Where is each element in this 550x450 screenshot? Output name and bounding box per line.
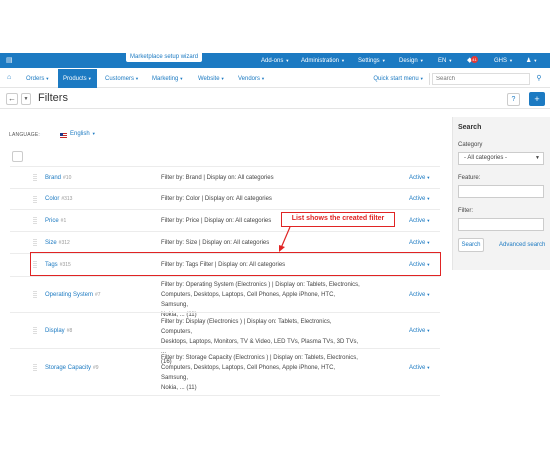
nav-marketing[interactable]: Marketing▼ [152,69,183,88]
filter-name-link[interactable]: Operating System #7 [45,292,101,298]
search-icon[interactable]: ⚲ [533,73,545,85]
page-title: Filters [38,92,68,104]
table-row: Brand #10 Filter by: Brand | Display on: … [10,166,440,188]
category-label: Category [458,142,483,148]
advanced-search-link[interactable]: Advanced search [499,242,545,248]
table-row: Operating System #7 Filter by: Operating … [10,276,440,318]
nav-products[interactable]: Products▼ [58,69,97,88]
status-dropdown[interactable]: Active▼ [409,196,430,202]
history-dropdown-button[interactable]: ▼ [21,93,31,105]
filter-label: Filter: [458,208,473,214]
filter-description: Filter by: Size | Display on: All catego… [161,240,270,246]
highlight-box [30,252,441,276]
status-dropdown[interactable]: Active▼ [409,292,430,298]
nav-website[interactable]: Website▼ [198,69,225,88]
filter-name-link[interactable]: Color #313 [45,196,72,202]
annotation-arrow [279,226,291,252]
category-select[interactable]: - All categories - ▼ [458,152,544,165]
drag-handle-icon[interactable] [33,327,37,335]
add-filter-button[interactable]: + [529,92,545,106]
arrow-left-icon: ← [8,94,16,103]
marketplace-setup-wizard-link[interactable]: Marketplace setup wizard [126,52,203,62]
table-row: Display #8 Filter by: Display (Electronic… [10,312,440,365]
quick-start-menu[interactable]: Quick start menu▼ [368,73,430,85]
feature-label: Feature: [458,175,481,181]
table-row: Size #312 Filter by: Size | Display on: A… [10,231,440,253]
drag-handle-icon[interactable] [33,364,37,372]
menu-settings[interactable]: Settings ▼ [358,53,386,68]
sidebar-search-button[interactable]: Search [458,238,484,252]
user-icon: ♟ [526,58,532,64]
menu-design[interactable]: Design ▼ [399,53,424,68]
filter-description: Filter by: Color | Display on: All categ… [161,196,272,202]
drag-handle-icon[interactable] [33,196,37,204]
filter-name-link[interactable]: Brand #10 [45,175,71,181]
annotation-callout: List shows the created filter [281,212,395,227]
home-icon[interactable]: ⌂ [7,74,11,81]
filter-name-link[interactable]: Display #8 [45,328,72,334]
filter-name-link[interactable]: Price #1 [45,218,66,224]
nav-vendors[interactable]: Vendors▼ [238,69,265,88]
table-row: Color #313 Filter by: Color | Display on:… [10,188,440,209]
filter-description: Filter by: Storage Capacity (Electronics… [161,355,358,391]
table-row: Storage Capacity #9 Filter by: Storage Ca… [10,348,440,395]
menu-administration[interactable]: Administration ▼ [301,53,345,68]
divider [10,395,440,396]
nav-orders[interactable]: Orders▼ [26,69,49,88]
select-all-checkbox[interactable] [12,151,23,162]
status-dropdown[interactable]: Active▼ [409,218,430,224]
help-button[interactable]: ? [507,93,520,106]
notification-count-badge: 41 [471,56,478,63]
menu-addons[interactable]: Add-ons ▼ [261,53,289,68]
status-dropdown[interactable]: Active▼ [409,175,430,181]
menu-currency[interactable]: GHS ▼ [494,53,513,68]
user-menu[interactable]: ♟ ▼ [526,53,537,68]
question-icon: ? [511,96,516,103]
back-button[interactable]: ← [6,93,18,105]
title-bar [0,89,550,109]
language-selector[interactable]: English ▼ [70,131,96,137]
status-dropdown[interactable]: Active▼ [409,365,430,371]
us-flag-icon [60,133,67,138]
language-label: LANGUAGE: [9,132,40,138]
feature-field[interactable] [458,185,544,198]
drag-handle-icon[interactable] [33,291,37,299]
plus-icon: + [534,94,540,104]
drag-handle-icon[interactable] [33,239,37,247]
storefront-icon[interactable]: ▤ [6,56,13,64]
status-dropdown[interactable]: Active▼ [409,328,430,334]
drag-handle-icon[interactable] [33,174,37,182]
filter-field[interactable] [458,218,544,231]
chevron-down-icon: ▼ [23,96,29,102]
menu-language[interactable]: EN ▼ [438,53,452,68]
filter-name-link[interactable]: Storage Capacity #9 [45,365,99,371]
status-dropdown[interactable]: Active▼ [409,240,430,246]
drag-handle-icon[interactable] [33,217,37,225]
sidebar-title: Search [458,124,482,131]
filter-name-link[interactable]: Size #312 [45,240,70,246]
nav-customers[interactable]: Customers▼ [105,69,139,88]
search-input[interactable] [432,73,530,85]
filter-description: Filter by: Brand | Display on: All categ… [161,175,274,181]
chevron-down-icon: ▼ [535,155,540,161]
